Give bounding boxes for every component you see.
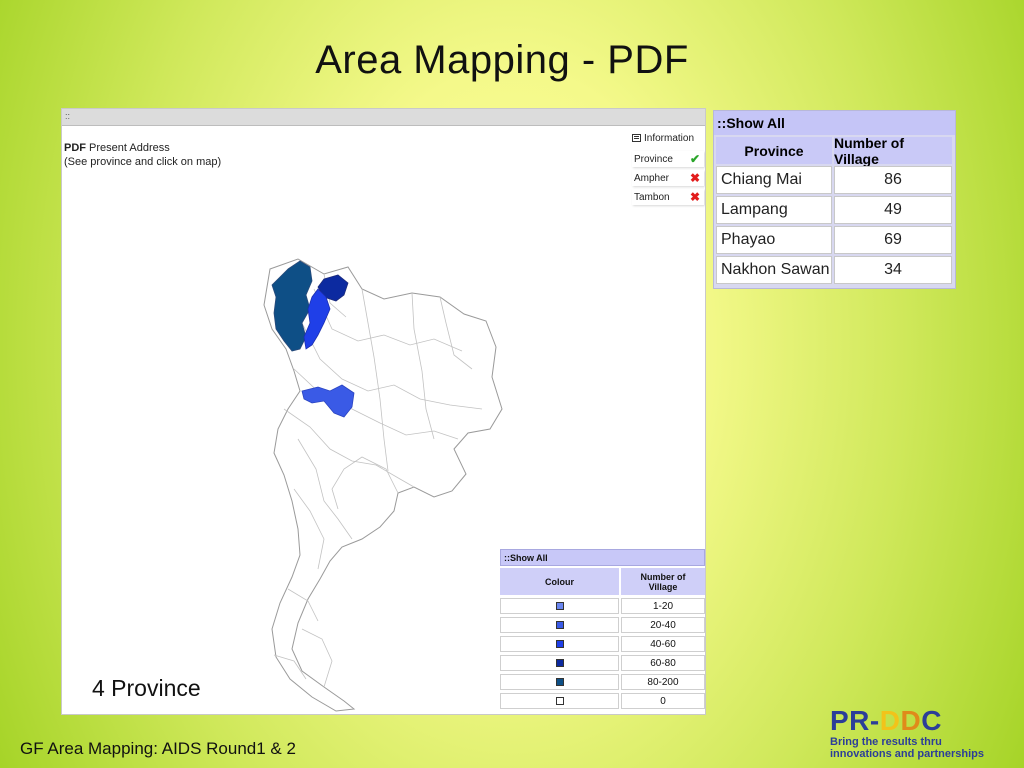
map-panel[interactable]: :: PDF Present Address (See province and… <box>61 108 706 715</box>
legend-range: 1-20 <box>621 598 705 614</box>
logo-tagline: Bring the results thru innovations and pa… <box>830 736 985 760</box>
summary-villages-header: Number of Village <box>834 135 952 167</box>
logo-mark: PR-DDC <box>830 705 942 736</box>
slide-title: Area Mapping - PDF <box>315 38 689 82</box>
layer-label: Tambon <box>634 191 670 203</box>
legend-colour-cell <box>500 674 619 690</box>
legend-row: 80-200 <box>500 674 705 690</box>
check-icon: ✔ <box>689 152 700 166</box>
legend-range: 40-60 <box>621 636 705 652</box>
legend-range: 0 <box>621 693 705 709</box>
summary-row: Phayao 69 <box>716 226 953 254</box>
summary-row: Nakhon Sawan 34 <box>716 256 953 284</box>
legend-show-all[interactable]: ::Show All <box>500 549 705 566</box>
summary-province-cell: Chiang Mai <box>716 166 832 194</box>
legend-colour-cell <box>500 693 619 709</box>
summary-row: Chiang Mai 86 <box>716 166 953 194</box>
summary-province-cell: Lampang <box>716 196 832 224</box>
information-button[interactable]: Information <box>632 131 704 145</box>
layer-label: Province <box>634 153 673 165</box>
legend-range: 60-80 <box>621 655 705 671</box>
legend-row: 40-60 <box>500 636 705 652</box>
legend-range: 20-40 <box>621 617 705 633</box>
summary-header-row: Province Number of Village <box>716 135 953 167</box>
summary-row: Lampang 49 <box>716 196 953 224</box>
summary-province-cell: Nakhon Sawan <box>716 256 832 284</box>
information-icon <box>632 134 641 142</box>
colour-swatch <box>555 659 564 667</box>
summary-villages-cell: 49 <box>834 196 952 224</box>
colour-swatch <box>555 697 564 705</box>
colour-swatch <box>555 640 564 648</box>
legend-row: 20-40 <box>500 617 705 633</box>
legend-row: 1-20 <box>500 598 705 614</box>
legend-colour-cell <box>500 617 619 633</box>
legend-colour-header: Colour <box>500 568 619 595</box>
information-label: Information <box>644 132 695 144</box>
cross-icon: ✖ <box>689 190 700 204</box>
pr-ddc-logo: PR-DDC Bring the results thru innovations… <box>830 705 1015 761</box>
summary-villages-cell: 34 <box>834 256 952 284</box>
legend-colour-cell <box>500 655 619 671</box>
layer-panel: Information Province ✔ Ampher ✖ Tambon ✖ <box>632 131 704 205</box>
legend-villages-header: Number of Village <box>621 568 705 595</box>
legend-colour-cell <box>500 598 619 614</box>
legend-row: 60-80 <box>500 655 705 671</box>
colour-swatch <box>555 602 564 610</box>
colour-swatch <box>555 621 564 629</box>
summary-table: ::Show All Province Number of Village Ch… <box>713 110 956 289</box>
layer-toggle-province[interactable]: Province ✔ <box>632 151 704 167</box>
layer-toggle-tambon[interactable]: Tambon ✖ <box>632 189 704 205</box>
summary-province-cell: Phayao <box>716 226 832 254</box>
cross-icon: ✖ <box>689 171 700 185</box>
legend-row: 0 <box>500 693 705 709</box>
summary-show-all[interactable]: ::Show All <box>714 111 955 135</box>
slide-footer: GF Area Mapping: AIDS Round1 & 2 <box>20 739 296 758</box>
province-count: 4 Province <box>92 675 201 701</box>
layer-toggle-ampher[interactable]: Ampher ✖ <box>632 170 704 186</box>
legend-range: 80-200 <box>621 674 705 690</box>
colour-swatch <box>555 678 564 686</box>
summary-province-header: Province <box>716 137 832 164</box>
layer-label: Ampher <box>634 172 670 184</box>
summary-villages-cell: 69 <box>834 226 952 254</box>
summary-villages-cell: 86 <box>834 166 952 194</box>
legend-colour-cell <box>500 636 619 652</box>
colour-legend: ::Show All Colour Number of Village 1-202… <box>500 549 705 709</box>
